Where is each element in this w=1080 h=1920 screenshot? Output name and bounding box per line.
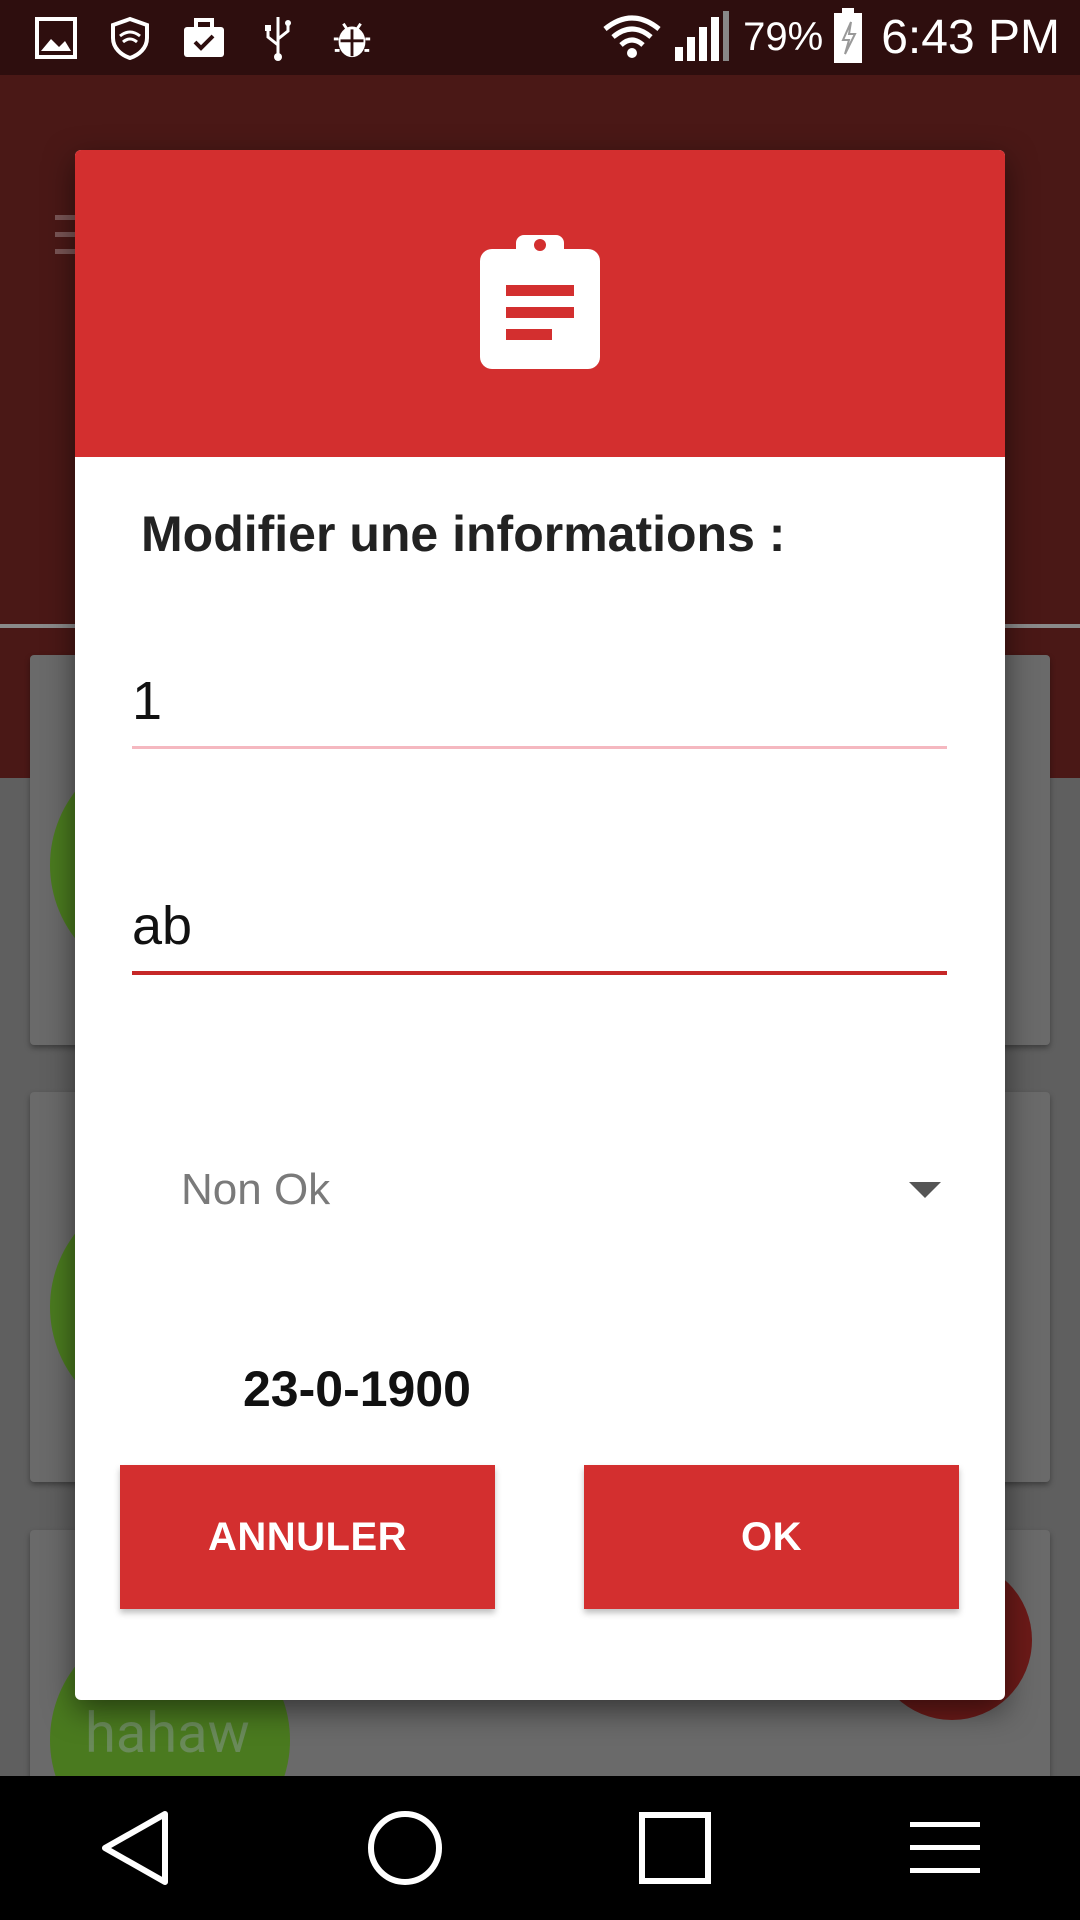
ok-button[interactable]: OK <box>584 1465 959 1609</box>
avatar-label: hahaw <box>85 1700 250 1766</box>
image-icon <box>34 16 78 60</box>
battery-charging-icon <box>833 7 863 68</box>
dialog-header <box>75 150 1005 457</box>
field-underline-focused <box>132 971 947 975</box>
info-field-2-value[interactable]: ab <box>132 895 947 957</box>
field-underline <box>132 746 947 749</box>
status-notifications <box>34 16 374 61</box>
home-icon[interactable] <box>355 1798 455 1898</box>
wifi-icon <box>601 13 663 63</box>
status-time: 6:43 PM <box>881 11 1060 64</box>
info-field-1[interactable]: 1 <box>132 670 947 749</box>
info-field-2[interactable]: ab <box>132 895 947 975</box>
usb-icon <box>256 16 300 61</box>
bug-icon <box>330 16 374 60</box>
status-system: 79% 6:43 PM <box>601 7 1060 68</box>
back-icon[interactable] <box>85 1798 185 1898</box>
dialog-title: Modifier une informations : <box>141 506 786 562</box>
edit-dialog: Modifier une informations : 1 ab Non Ok … <box>75 150 1005 1700</box>
briefcase-check-icon <box>182 16 226 60</box>
navigation-bar <box>0 1776 1080 1920</box>
clipboard-icon <box>478 233 602 375</box>
vpn-shield-icon <box>108 16 152 60</box>
battery-percent: 79% <box>743 15 824 59</box>
date-picker-text[interactable]: 23-0-1900 <box>243 1360 471 1418</box>
status-spinner-value: Non Ok <box>181 1165 331 1214</box>
menu-icon[interactable] <box>895 1798 995 1898</box>
recents-icon[interactable] <box>625 1798 725 1898</box>
cancel-button[interactable]: ANNULER <box>120 1465 495 1609</box>
status-spinner[interactable]: Non Ok <box>181 1150 951 1230</box>
info-field-1-value[interactable]: 1 <box>132 670 947 732</box>
status-bar: 79% 6:43 PM <box>0 0 1080 75</box>
dropdown-arrow-icon <box>909 1182 941 1198</box>
signal-icon <box>673 9 733 67</box>
